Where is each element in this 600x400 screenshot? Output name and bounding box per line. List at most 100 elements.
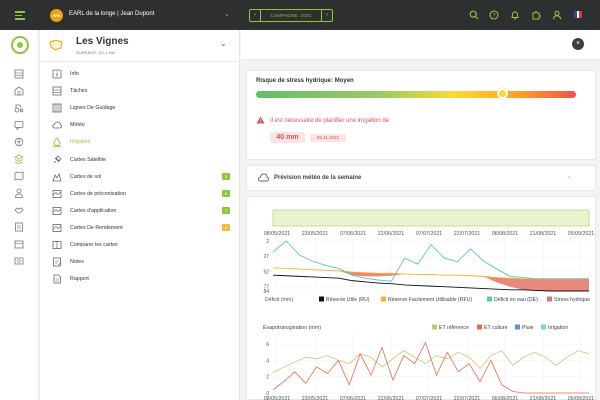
inventory-icon[interactable] xyxy=(14,239,24,249)
farm-icon[interactable] xyxy=(14,86,24,96)
field-menu-item-tasks[interactable]: Tâches xyxy=(52,86,232,97)
crop-icon[interactable] xyxy=(14,137,24,147)
chevron-down-icon[interactable]: ⌄ xyxy=(220,39,227,48)
search-icon[interactable] xyxy=(469,10,479,20)
language-flag-icon[interactable] xyxy=(574,11,583,18)
dashboard-icon[interactable] xyxy=(14,69,24,79)
map-icon[interactable] xyxy=(14,171,24,181)
user-icon[interactable] xyxy=(552,10,562,20)
chart1-y-tick-label: 2 xyxy=(266,239,269,245)
chart2-y-tick-label: 4 xyxy=(266,358,269,364)
hamburger-menu-icon[interactable] xyxy=(15,11,25,20)
chart2-x-tick-label: 08/05/2021 xyxy=(264,396,291,400)
field-header[interactable]: Les Vignes SURFACE: 22.1 HA ⌄ xyxy=(40,30,240,62)
app-logo-icon[interactable] xyxy=(11,36,29,54)
chart1-legend-label: Réserve Facilement Utilisable (RFU) xyxy=(388,297,472,303)
help-icon[interactable]: ? xyxy=(489,10,499,20)
field-menu-item-label: Info xyxy=(70,71,79,77)
bell-icon[interactable] xyxy=(510,10,520,20)
finance-icon[interactable] xyxy=(14,256,24,266)
field-menu-item-label: Lignes De Guidage xyxy=(70,105,116,112)
field-menu-item-irrigation[interactable]: Irrigation xyxy=(52,137,232,148)
chart2-legend-label: ET référence xyxy=(439,325,469,331)
chart2-legend-swatch xyxy=(515,324,520,330)
main-header: × xyxy=(241,30,600,60)
chart2-x-tick-label: 07/06/2021 xyxy=(340,396,367,400)
fields-icon[interactable] xyxy=(14,154,24,164)
satellite-icon xyxy=(53,154,62,163)
handshake-icon[interactable] xyxy=(14,205,24,215)
chart2-x-tick-label: 05/09/2021 xyxy=(568,396,595,400)
chart1-x-tick-label: 05/09/2021 xyxy=(568,231,595,237)
prescription-map-icon xyxy=(52,189,62,198)
chevron-down-icon[interactable]: ⌄ xyxy=(224,10,230,18)
message-icon[interactable] xyxy=(14,120,24,130)
field-menu-item-weather[interactable]: Météo xyxy=(52,120,232,131)
puzzle-icon[interactable] xyxy=(531,10,541,20)
chart1-series-line xyxy=(272,240,589,282)
team-icon[interactable] xyxy=(14,188,24,198)
field-name: Les Vignes xyxy=(76,36,129,47)
previous-campaign-button[interactable]: ‹ xyxy=(250,10,261,21)
weather-forecast-title: Prévision météo de la semaine xyxy=(274,175,362,181)
field-menu-item-label: Cartes Satellite xyxy=(70,156,106,163)
chart1-x-tick-label: 07/06/2021 xyxy=(340,231,367,237)
navigation-rail xyxy=(0,30,39,400)
warning-icon: ! xyxy=(256,116,265,124)
close-button[interactable]: × xyxy=(572,38,584,50)
field-menu-item-label: Météo xyxy=(70,122,85,129)
chevron-down-icon[interactable]: ⌄ xyxy=(566,172,572,180)
irrigation-icon xyxy=(53,137,61,148)
field-menu-item-application-map[interactable]: Cartes d'application 7 xyxy=(52,206,232,217)
chart1-legend-label: Déficit en eau (DE) xyxy=(494,297,538,303)
field-menu-item-info[interactable]: Info xyxy=(52,69,232,80)
chart2-x-tick-label: 21/08/2021 xyxy=(530,396,557,400)
chart1-x-tick-label: 22/07/2021 xyxy=(454,231,481,237)
field-menu-item-prescription-map[interactable]: Cartes de préconisation 6 xyxy=(52,189,232,200)
field-surface: SURFACE: 22.1 HA xyxy=(76,50,115,55)
chart2-legend-swatch xyxy=(477,324,482,330)
chart2-y-tick-label: 2 xyxy=(266,375,269,381)
cloud-icon xyxy=(258,173,269,182)
field-menu-item-compare-maps[interactable]: Comparer les cartes xyxy=(52,240,232,251)
next-campaign-button[interactable]: › xyxy=(321,10,332,21)
chart1-legend-swatch xyxy=(381,296,386,302)
application-map-icon xyxy=(52,206,62,215)
chart2-x-tick-label: 22/06/2021 xyxy=(378,396,405,400)
count-badge: 8 xyxy=(222,223,230,231)
water-stress-gauge xyxy=(256,88,576,99)
svg-text:!: ! xyxy=(260,119,261,124)
notes-icon xyxy=(53,257,62,267)
chart2-legend-label: Pluie xyxy=(522,325,534,331)
chart2-x-tick-label: 22/07/2021 xyxy=(454,396,481,400)
irrigation-amount: 40 mm xyxy=(270,132,305,143)
chart1-x-tick-label: 22/06/2021 xyxy=(378,231,405,237)
machinery-icon[interactable] xyxy=(14,103,24,113)
count-badge: 7 xyxy=(222,206,230,214)
water-stress-title: Risque de stress hydrique: Moyen xyxy=(256,78,354,84)
chart1-y-axis-label: Déficit (mm) xyxy=(265,297,293,303)
yield-map-icon xyxy=(52,223,62,232)
chart1-legend-label: Stress hydrique xyxy=(554,297,590,303)
soil-map-icon xyxy=(52,172,62,181)
farm-selector-label[interactable]: EARL de la longe | Jean Dupont xyxy=(69,11,154,17)
field-menu-item-soil-map[interactable]: Cartes de sol 3 xyxy=(52,172,232,183)
chart1-legend-swatch xyxy=(319,296,324,302)
chart1-x-tick-label: 08/05/2021 xyxy=(264,231,291,237)
chart1-x-tick-label: 21/08/2021 xyxy=(530,231,557,237)
report-icon xyxy=(53,274,61,284)
tasks-icon xyxy=(52,86,62,96)
top-bar: WW EARL de la longe | Jean Dupont ⌄ ‹ CA… xyxy=(0,0,600,30)
field-menu-item-report[interactable]: Rapport xyxy=(52,274,232,285)
field-menu-item-yield-map[interactable]: Cartes De Rendement 8 xyxy=(52,223,232,234)
farm-avatar[interactable]: WW xyxy=(50,9,63,22)
chart2-y-tick-label: 6 xyxy=(266,342,269,348)
storage-icon[interactable] xyxy=(14,222,24,232)
weather-icon xyxy=(52,121,62,129)
chart1-legend-label: Réserve Utile (RU) xyxy=(326,297,370,303)
field-menu-item-notes[interactable]: Notes xyxy=(52,257,232,268)
field-menu-item-guidance-lines[interactable]: Lignes De Guidage xyxy=(52,103,232,114)
field-menu-item-satellite[interactable]: Cartes Satellite xyxy=(52,154,232,166)
irrigation-date: 05.11.2021 xyxy=(310,134,346,142)
main-content: × Risque de stress hydrique: Moyen ! Il … xyxy=(241,30,600,400)
